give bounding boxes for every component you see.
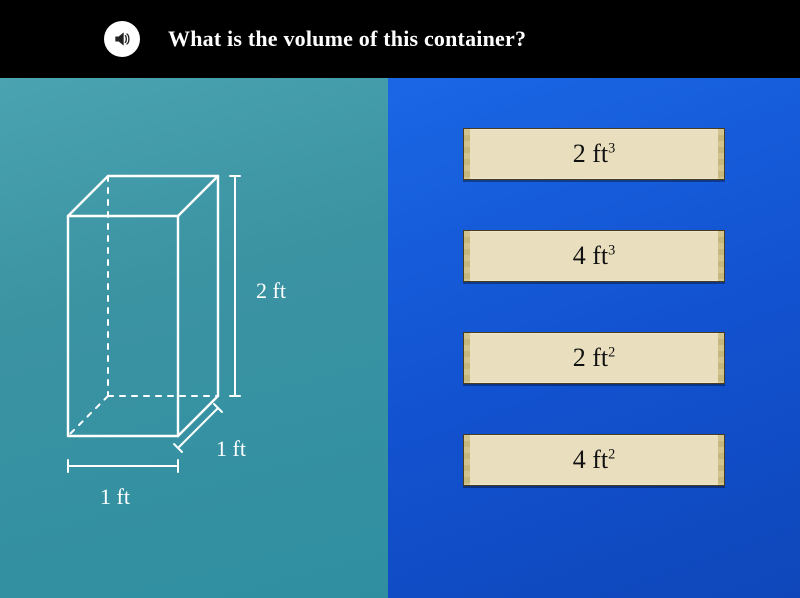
answer-option-2[interactable]: 4 ft3 (463, 230, 725, 282)
answer-option-1-label: 2 ft3 (573, 139, 616, 169)
question-text: What is the volume of this container? (168, 26, 526, 52)
dimension-width-label: 1 ft (100, 484, 130, 510)
answer-option-2-label: 4 ft3 (573, 241, 616, 271)
speaker-icon (112, 29, 132, 49)
answer-option-4[interactable]: 4 ft2 (463, 434, 725, 486)
prism-figure: 2 ft 1 ft 1 ft (38, 146, 348, 506)
figure-panel: 2 ft 1 ft 1 ft (0, 78, 388, 598)
answers-panel: 2 ft3 4 ft3 2 ft2 4 ft2 (388, 78, 800, 598)
dimension-height-label: 2 ft (256, 278, 286, 304)
answer-option-1[interactable]: 2 ft3 (463, 128, 725, 180)
answer-option-3[interactable]: 2 ft2 (463, 332, 725, 384)
answer-option-4-label: 4 ft2 (573, 445, 616, 475)
quiz-screen: What is the volume of this container? (0, 0, 800, 598)
speaker-button[interactable] (104, 21, 140, 57)
content-panels: 2 ft 1 ft 1 ft 2 ft3 4 ft3 2 ft2 4 ft2 (0, 78, 800, 598)
dimension-depth-label: 1 ft (216, 436, 246, 462)
prism-svg (38, 146, 348, 506)
answer-option-3-label: 2 ft2 (573, 343, 616, 373)
question-header: What is the volume of this container? (0, 0, 800, 78)
